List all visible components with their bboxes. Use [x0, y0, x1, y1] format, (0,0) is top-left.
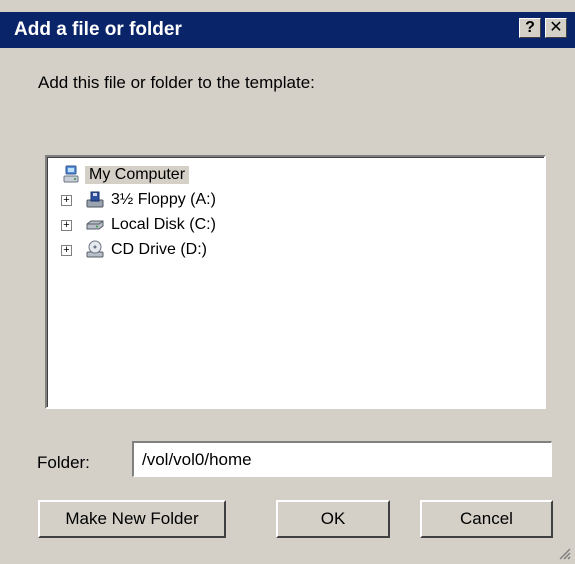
- cd-drive-icon: [85, 240, 105, 260]
- floppy-drive-icon: [85, 190, 105, 210]
- folder-tree-view[interactable]: My Computer + 3½ Floppy (A:) + Local Dis…: [45, 155, 546, 409]
- expand-cd-drive-icon[interactable]: +: [61, 245, 72, 256]
- window-title: Add a file or folder: [14, 19, 182, 40]
- tree-item-label: CD Drive (D:): [111, 241, 207, 258]
- expand-floppy-icon[interactable]: +: [61, 195, 72, 206]
- resize-grip-icon[interactable]: [557, 546, 571, 560]
- tree-item-floppy[interactable]: 3½ Floppy (A:): [85, 189, 216, 211]
- cancel-button[interactable]: Cancel: [420, 500, 553, 538]
- tree-item-label: My Computer: [85, 166, 190, 184]
- add-file-or-folder-dialog: Add a file or folder ? ✕ Add this file o…: [0, 0, 575, 564]
- hard-disk-icon: [85, 215, 105, 235]
- tree-item-local-disk[interactable]: Local Disk (C:): [85, 214, 216, 236]
- tree-item-my-computer[interactable]: My Computer: [61, 164, 190, 186]
- ok-button[interactable]: OK: [276, 500, 390, 538]
- instruction-text: Add this file or folder to the template:: [38, 73, 315, 92]
- close-button[interactable]: ✕: [545, 18, 567, 38]
- title-bar[interactable]: Add a file or folder ? ✕: [0, 12, 575, 48]
- folder-path-input[interactable]: [132, 441, 552, 477]
- tree-item-cd-drive[interactable]: CD Drive (D:): [85, 239, 207, 261]
- tree-item-label: Local Disk (C:): [111, 216, 216, 233]
- help-button[interactable]: ?: [519, 18, 541, 38]
- my-computer-icon: [61, 165, 81, 185]
- folder-label: Folder:: [37, 453, 90, 472]
- expand-local-disk-icon[interactable]: +: [61, 220, 72, 231]
- make-new-folder-label: Make New Folder: [65, 509, 199, 528]
- make-new-folder-button[interactable]: Make New Folder: [38, 500, 226, 538]
- tree-item-label: 3½ Floppy (A:): [111, 191, 216, 208]
